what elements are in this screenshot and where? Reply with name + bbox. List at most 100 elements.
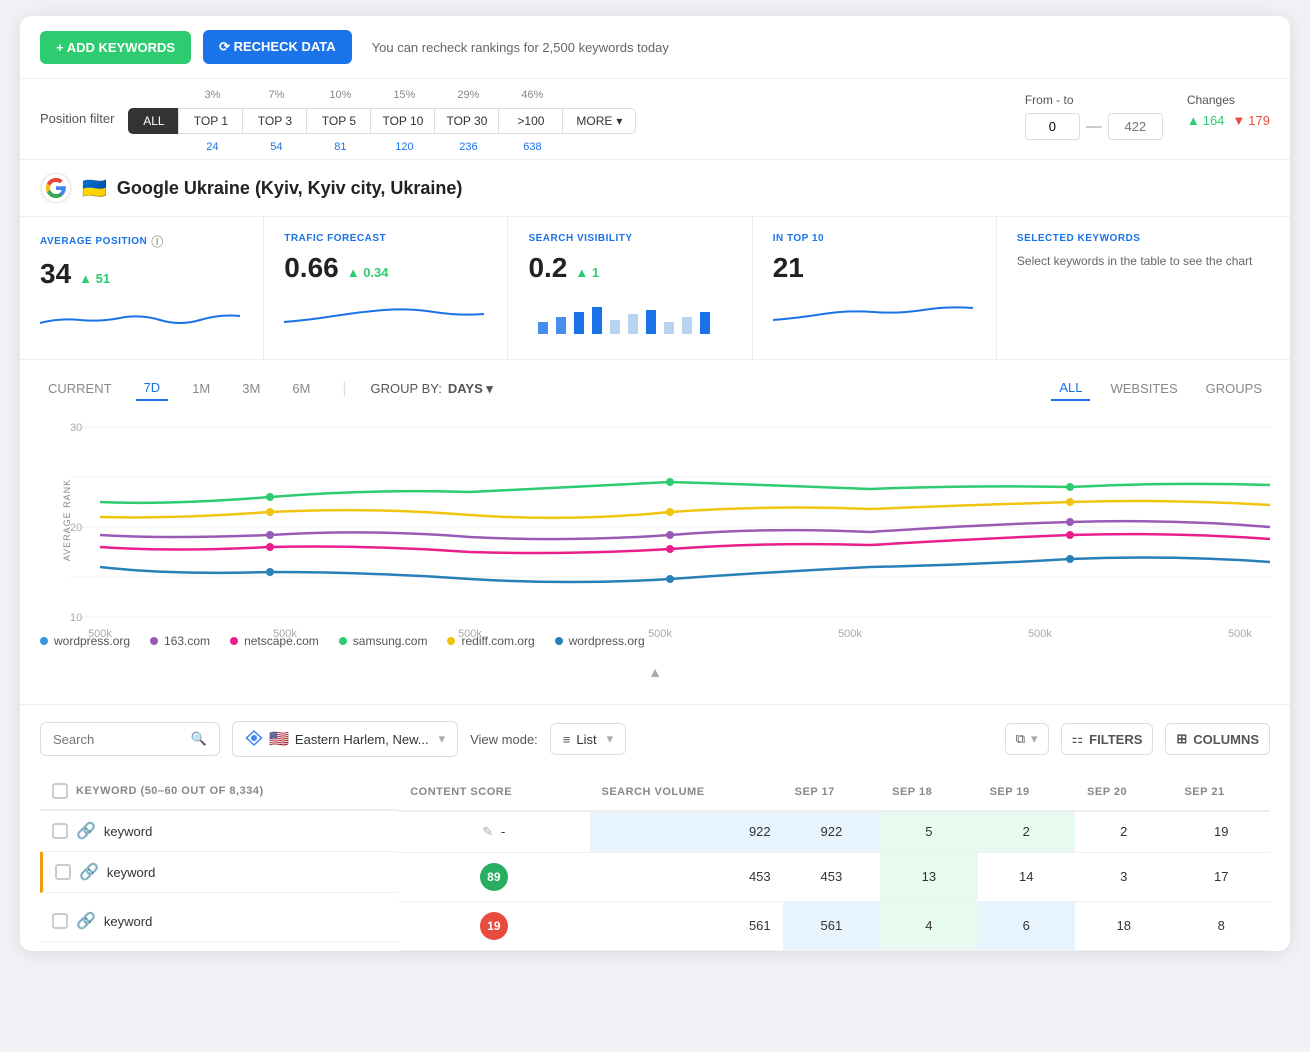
- google-header: 🇺🇦 Google Ukraine (Kyiv, Kyiv city, Ukra…: [20, 159, 1290, 217]
- row2-checkbox[interactable]: [55, 864, 71, 880]
- select-all-checkbox[interactable]: [52, 783, 68, 799]
- filter-top10-button[interactable]: TOP 10: [370, 108, 434, 134]
- info-icon[interactable]: ⓘ: [151, 233, 164, 250]
- col-sep17: SEP 17: [783, 773, 880, 811]
- svg-text:500k: 500k: [838, 628, 862, 640]
- filter-top1-button[interactable]: TOP 1: [178, 108, 242, 134]
- recheck-data-button[interactable]: ⟳ RECHECK DATA: [203, 30, 352, 64]
- legend-dot-163: [150, 637, 158, 645]
- country-flag: 🇺🇦: [82, 176, 107, 201]
- col-sep19: SEP 19: [978, 773, 1075, 811]
- search-box[interactable]: 🔍: [40, 722, 220, 756]
- filter-top3-button[interactable]: TOP 3: [242, 108, 306, 134]
- row3-sep18: 4: [880, 901, 977, 950]
- filters-label: FILTERS: [1089, 732, 1142, 747]
- columns-label: COLUMNS: [1193, 732, 1259, 747]
- add-keywords-button[interactable]: + ADD KEYWORDS: [40, 31, 191, 64]
- legend-dot-samsung: [339, 637, 347, 645]
- time-1m-button[interactable]: 1M: [184, 377, 218, 400]
- row1-sep19: 2: [978, 811, 1075, 852]
- time-current-button[interactable]: CURRENT: [40, 377, 120, 400]
- location-chevron-icon: ▾: [439, 731, 446, 747]
- svg-text:500k: 500k: [273, 628, 297, 640]
- row3-checkbox[interactable]: [52, 913, 68, 929]
- chart-section: CURRENT 7D 1M 3M 6M | GROUP BY: DAYS ▾ A…: [20, 360, 1290, 705]
- view-websites-button[interactable]: WEBSITES: [1102, 376, 1185, 401]
- row2-sep17: 453: [783, 852, 880, 901]
- filter-top5-button[interactable]: TOP 5: [306, 108, 370, 134]
- svg-text:500k: 500k: [458, 628, 482, 640]
- average-position-label: AVERAGE POSITION ⓘ: [40, 233, 243, 250]
- search-visibility-label: SEARCH VISIBILITY: [528, 233, 731, 244]
- legend-samsung: samsung.com: [339, 634, 428, 648]
- selected-keywords-text: Select keywords in the table to see the …: [1017, 252, 1270, 270]
- main-chart-svg: 30 20 10: [70, 417, 1270, 617]
- chart-view-controls: ALL WEBSITES GROUPS: [1051, 376, 1270, 401]
- location-label: Eastern Harlem, New...: [295, 732, 429, 747]
- location-select[interactable]: 🇺🇸 Eastern Harlem, New... ▾: [232, 721, 458, 757]
- row1-keyword: keyword: [104, 824, 152, 839]
- table-section: 🔍 🇺🇸 Eastern Harlem, New... ▾ View mode:…: [20, 705, 1290, 951]
- legend-label-163: 163.com: [164, 634, 210, 648]
- to-input[interactable]: [1108, 113, 1163, 140]
- from-input[interactable]: [1025, 113, 1080, 140]
- traffic-forecast-change: ▲ 0.34: [347, 265, 389, 280]
- row1-content-score: ✎ -: [398, 811, 589, 852]
- table-row: 🔗 keyword ✎ - 922 922 5: [40, 811, 1270, 852]
- row3-link-icon[interactable]: 🔗: [76, 911, 96, 931]
- row2-keyword: keyword: [107, 865, 155, 880]
- row2-link-icon[interactable]: 🔗: [79, 862, 99, 882]
- changes-down: ▼ 179: [1232, 113, 1270, 128]
- filters-button[interactable]: ⚏ FILTERS: [1061, 723, 1154, 755]
- row3-sep20: 18: [1075, 901, 1172, 950]
- group-by-value[interactable]: DAYS ▾: [448, 381, 493, 397]
- row1-checkbox[interactable]: [52, 823, 68, 839]
- table-row: 🔗 keyword 89 453 453 13: [40, 852, 1270, 901]
- row2-score-badge: 89: [480, 863, 508, 891]
- table-controls: 🔍 🇺🇸 Eastern Harlem, New... ▾ View mode:…: [40, 721, 1270, 757]
- row3-score-badge: 19: [480, 912, 508, 940]
- filter-all-button[interactable]: ALL: [128, 108, 178, 134]
- legend-163: 163.com: [150, 634, 210, 648]
- traffic-forecast-value: 0.66: [284, 252, 339, 284]
- filter-more-button[interactable]: MORE ▾: [562, 108, 636, 134]
- col-content-score: CONTENT SCORE: [398, 773, 589, 811]
- changes-label: Changes: [1187, 93, 1270, 107]
- in-top10-chart: [773, 292, 976, 337]
- changes-up: ▲ 164: [1187, 113, 1225, 128]
- row1-link-icon[interactable]: 🔗: [76, 821, 96, 841]
- time-7d-button[interactable]: 7D: [136, 376, 169, 401]
- time-3m-button[interactable]: 3M: [234, 377, 268, 400]
- average-position-value: 34: [40, 258, 71, 290]
- in-top10-value: 21: [773, 252, 804, 284]
- copy-button[interactable]: ⧉ ▾: [1005, 723, 1049, 755]
- table-body: 🔗 keyword ✎ - 922 922 5: [40, 811, 1270, 950]
- filter-top30-button[interactable]: TOP 30: [434, 108, 498, 134]
- search-visibility-chart: [528, 292, 731, 337]
- row1-keyword-cell: 🔗 keyword: [40, 811, 398, 852]
- view-mode-value: List: [576, 732, 596, 747]
- col-keyword-label: KEYWORD (50–60 out of 8,334): [76, 785, 264, 797]
- svg-text:500k: 500k: [88, 628, 112, 640]
- legend-wordpress: wordpress.org: [40, 634, 130, 648]
- row2-sep21: 17: [1172, 852, 1270, 901]
- filter-gt100-button[interactable]: >100: [498, 108, 562, 134]
- view-mode-select[interactable]: ≡ List ▾: [550, 723, 626, 755]
- toolbar-info-text: You can recheck rankings for 2,500 keywo…: [372, 40, 669, 55]
- columns-icon: ⊞: [1176, 731, 1187, 747]
- chart-wrapper: AVERAGE RANK 30 20 10: [40, 417, 1270, 622]
- svg-text:500k: 500k: [1228, 628, 1252, 640]
- search-input[interactable]: [53, 732, 183, 747]
- row2-sep18: 13: [880, 852, 977, 901]
- from-to-section: From - to —: [1025, 93, 1163, 140]
- stats-row: AVERAGE POSITION ⓘ 34 ▲ 51 TRAFIC FORECA…: [20, 217, 1290, 360]
- columns-button[interactable]: ⊞ COLUMNS: [1165, 723, 1270, 755]
- group-by-label: GROUP BY:: [371, 381, 442, 396]
- row1-edit-icon[interactable]: ✎: [482, 824, 493, 839]
- view-all-button[interactable]: ALL: [1051, 376, 1090, 401]
- table-header: KEYWORD (50–60 out of 8,334) CONTENT SCO…: [40, 773, 1270, 811]
- view-groups-button[interactable]: GROUPS: [1198, 376, 1270, 401]
- time-6m-button[interactable]: 6M: [284, 377, 318, 400]
- col-sep21: SEP 21: [1172, 773, 1270, 811]
- collapse-button[interactable]: ▲: [40, 656, 1270, 688]
